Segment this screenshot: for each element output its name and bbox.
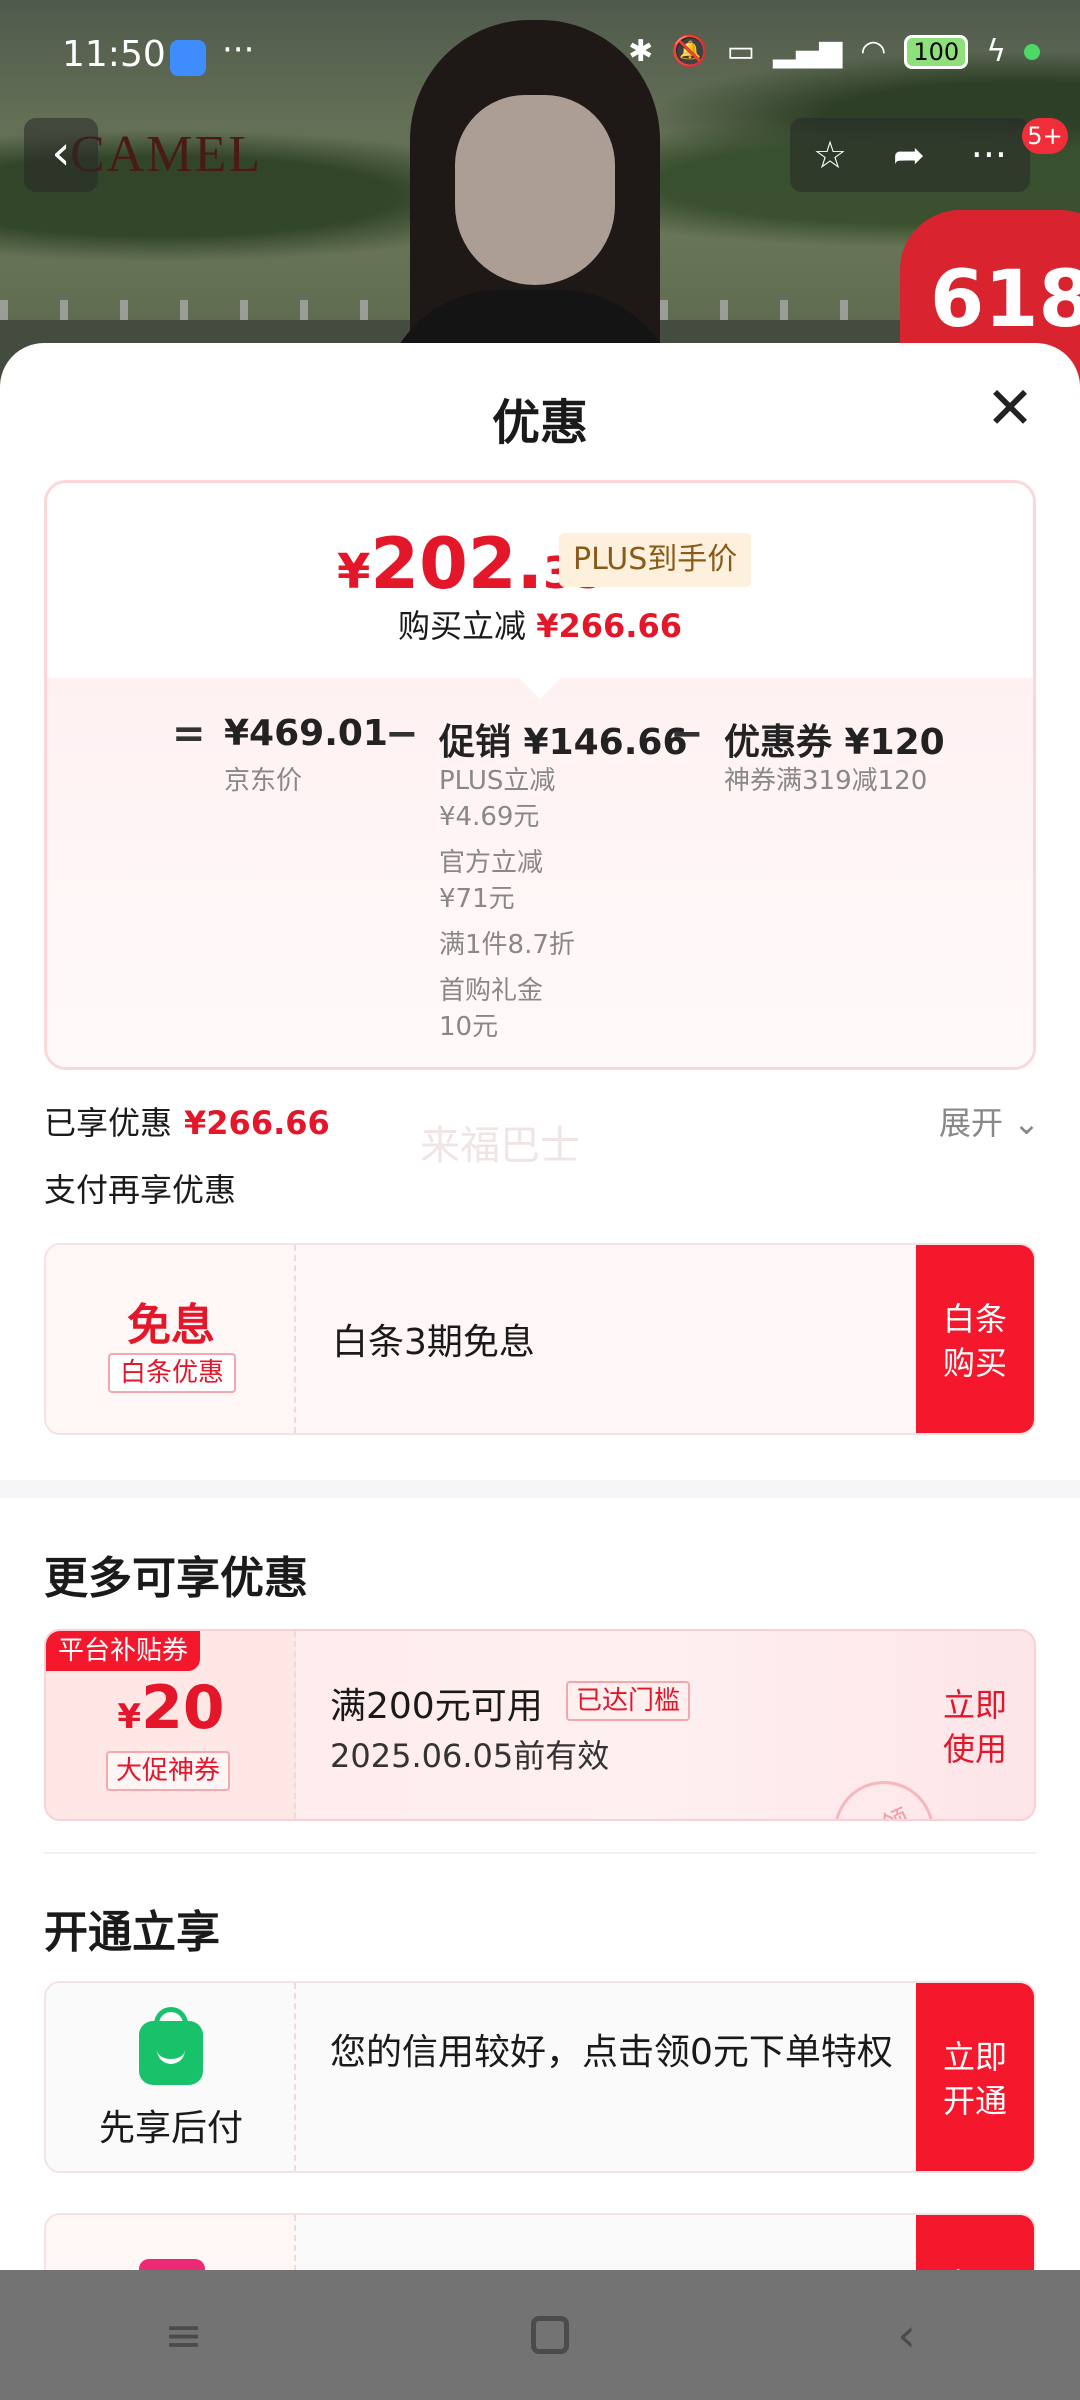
minus-sign: − xyxy=(670,711,704,757)
shopping-bag-icon xyxy=(139,2021,203,2085)
notification-count-badge: 5+ xyxy=(1022,118,1068,154)
instant-reduce-line: 购买立减 ¥266.66 xyxy=(398,607,682,645)
baitiao-buy-button[interactable]: 白条购买 xyxy=(916,1245,1034,1433)
promo-amount: 促销 ¥146.66 xyxy=(439,722,688,763)
laptop-icon: ▭ xyxy=(726,34,755,69)
battery-icon: 100 xyxy=(904,34,969,69)
pay-later-label: 先享后付 xyxy=(98,2108,243,2149)
divider xyxy=(44,1852,1036,1854)
baitiao-offer-card[interactable]: 免息 白条优惠 白条3期免息 白条购买 xyxy=(44,1243,1036,1435)
expand-button[interactable]: 展开 ⌄ xyxy=(939,1098,1040,1144)
partial-cta-button[interactable]: 立即 xyxy=(916,2215,1034,2270)
sheet-title: 优惠 xyxy=(491,395,588,451)
big-promo-coupon-tag: 大促神券 xyxy=(106,1751,231,1791)
open-benefits-title: 开通立享 xyxy=(44,1907,220,1958)
more-offers-title: 更多可享优惠 xyxy=(44,1553,308,1604)
enjoyed-discount: 已享优惠 ¥266.66 xyxy=(44,1104,330,1142)
activate-button[interactable]: 立即开通 xyxy=(916,1983,1034,2171)
coupon-threshold: 满200元可用 xyxy=(330,1686,543,1727)
threshold-reached-tag: 已达门槛 xyxy=(566,1681,691,1721)
coupon-detail: 神券满319减120 xyxy=(724,766,928,796)
menu-icon[interactable]: ≡ xyxy=(164,2308,203,2362)
minus-sign: − xyxy=(385,711,419,757)
section-divider xyxy=(0,1480,1080,1498)
pay-later-card[interactable]: 先享后付 您的信用较好，点击领0元下单特权 立即开通 xyxy=(44,1981,1036,2173)
more-notifications-icon: ··· xyxy=(222,30,255,70)
baitiao-tag: 白条优惠 xyxy=(108,1353,237,1393)
top-actions: ☆ ➦ ··· xyxy=(790,118,1030,192)
interest-free-label: 免息 xyxy=(127,1300,215,1351)
coupon-expiry: 2025.06.05前有效 xyxy=(330,1737,610,1775)
watermark: 来福巴士 xyxy=(420,1123,580,1169)
brand-logo: CAMEL xyxy=(70,126,262,183)
jd-price-label: 京东价 xyxy=(224,766,303,796)
platform-subsidy-tag: 平台补贴券 xyxy=(46,1631,201,1671)
charging-icon: ϟ xyxy=(986,34,1006,69)
share-icon[interactable]: ➦ xyxy=(893,133,925,177)
system-nav-bar: ≡ ‹ xyxy=(0,2270,1080,2400)
nav-back-icon[interactable]: ‹ xyxy=(897,2308,915,2362)
pay-more-heading: 支付再享优惠 xyxy=(44,1171,237,1209)
jd-price: ¥469.01 xyxy=(224,713,388,754)
star-icon[interactable]: ☆ xyxy=(813,133,847,177)
credit-offer-text: 您的信用较好，点击领0元下单特权 xyxy=(330,2032,893,2073)
discount-sheet: 优惠 ✕ ¥202.35 PLUS到手价 购买立减 ¥266.66 = ¥469… xyxy=(0,343,1080,2270)
use-coupon-button[interactable]: 立即使用 xyxy=(916,1631,1034,1819)
mute-icon: 🔕 xyxy=(671,34,709,69)
wifi-icon: ◠ xyxy=(860,34,887,69)
equals-sign: = xyxy=(172,711,206,757)
back-button[interactable]: ‹ xyxy=(24,118,98,192)
coupon-value: ¥20 xyxy=(117,1673,225,1743)
home-icon[interactable] xyxy=(531,2316,570,2354)
promo-details: PLUS立减 ¥4.69元 官方立减 ¥71元 满1件8.7折 首购礼金 10元 xyxy=(439,766,575,1042)
coupon-card[interactable]: 平台补贴券 ¥20 大促神券 满200元可用 已达门槛 2025.06.05前有… xyxy=(44,1629,1036,1821)
partial-offer-card[interactable]: 立即 xyxy=(44,2213,1036,2270)
privacy-dot-icon xyxy=(1024,43,1040,60)
baitiao-text: 白条3期免息 xyxy=(332,1322,535,1363)
price-breakdown-card: ¥202.35 PLUS到手价 购买立减 ¥266.66 = ¥469.01 京… xyxy=(44,480,1036,1070)
bluetooth-icon: ✱ xyxy=(628,34,654,69)
more-icon[interactable]: ··· xyxy=(971,133,1007,177)
app-notification-icon xyxy=(170,40,206,76)
status-bar: 11:50 ··· ✱ 🔕 ▭ ▂▄▆ ◠ 100 ϟ xyxy=(0,0,1080,110)
close-icon[interactable]: ✕ xyxy=(980,379,1040,439)
coupon-amount: 优惠券 ¥120 xyxy=(724,722,945,763)
back-icon: ‹ xyxy=(51,125,71,181)
card-icon xyxy=(139,2259,205,2270)
plus-price-tag: PLUS到手价 xyxy=(559,533,752,587)
status-time: 11:50 xyxy=(62,34,166,75)
signal-icon: ▂▄▆ xyxy=(772,34,843,69)
